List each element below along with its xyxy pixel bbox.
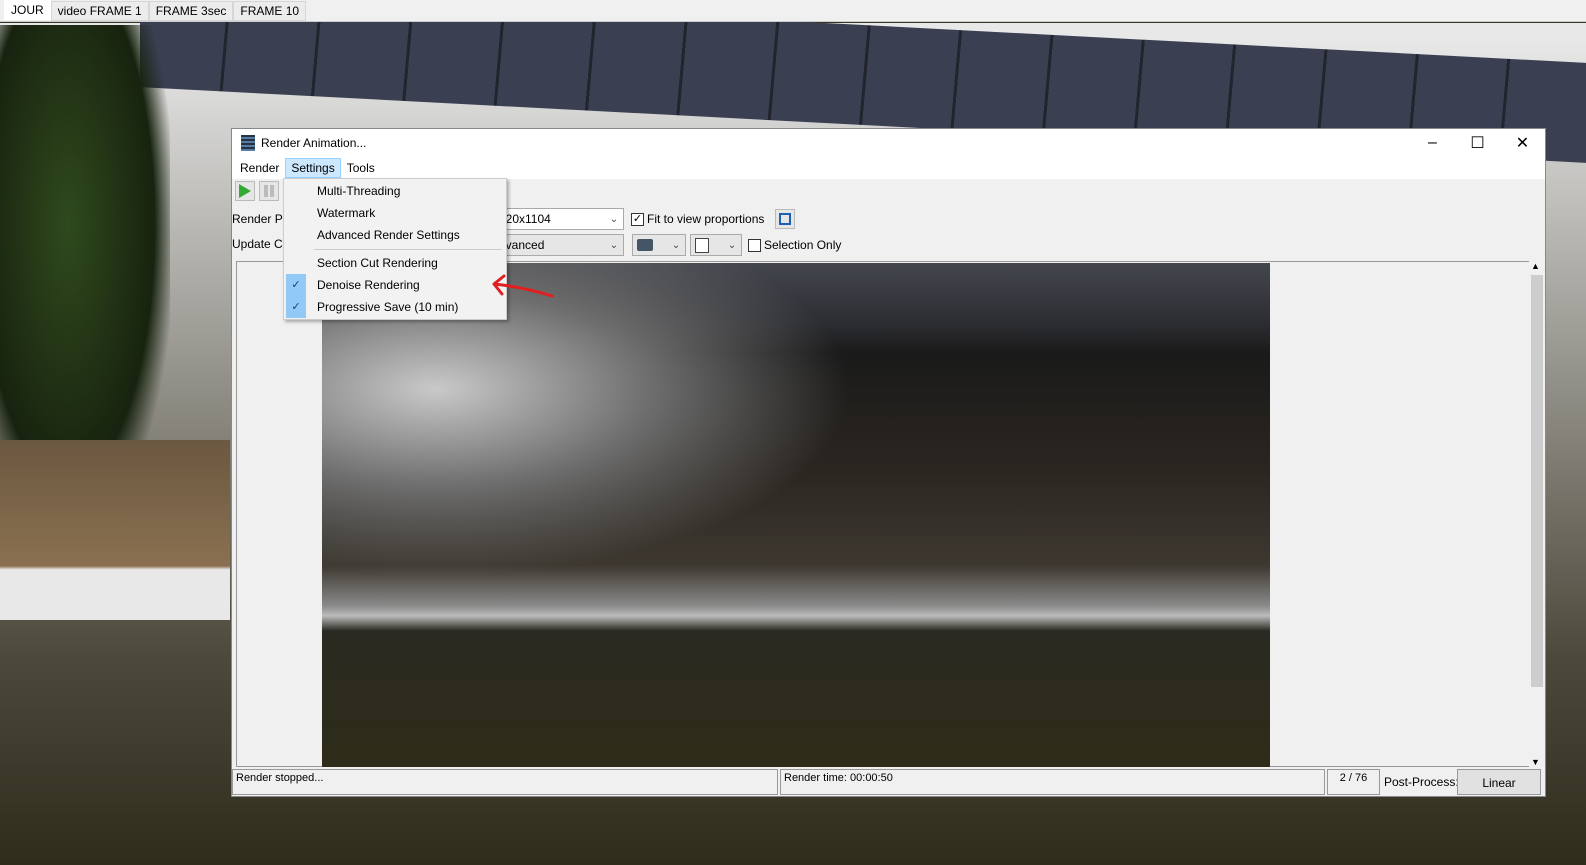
film-icon bbox=[241, 135, 255, 151]
scroll-up-icon[interactable]: ▲ bbox=[1531, 261, 1540, 271]
chevron-down-icon: ⌄ bbox=[671, 239, 681, 251]
title-bar[interactable]: Render Animation... – ☐ ✕ bbox=[232, 129, 1545, 157]
tab-video-frame-1[interactable]: video FRAME 1 bbox=[50, 1, 149, 21]
menu-tools[interactable]: Tools bbox=[341, 158, 381, 178]
resolution-select[interactable]: 920x1104 ⌄ bbox=[494, 208, 624, 230]
status-bar: Render stopped... Render time: 00:00:50 … bbox=[232, 769, 1545, 796]
post-process-button[interactable]: Linear bbox=[1457, 769, 1541, 795]
maximize-button[interactable]: ☐ bbox=[1455, 129, 1500, 157]
menu-item-section-cut-rendering[interactable]: Section Cut Rendering bbox=[286, 252, 504, 274]
checkmark-icon: ✓ bbox=[286, 274, 306, 296]
frame-icon bbox=[779, 213, 791, 225]
menu-item-advanced-render-settings[interactable]: Advanced Render Settings bbox=[286, 224, 504, 246]
tab-jour[interactable]: JOUR bbox=[4, 0, 51, 20]
annotation-arrow-icon bbox=[492, 274, 554, 298]
copy-icon bbox=[695, 237, 709, 253]
menu-item-watermark[interactable]: Watermark bbox=[286, 202, 504, 224]
menu-bar: Render Settings Tools bbox=[232, 157, 1545, 179]
frame-counter: 2 / 76 bbox=[1327, 769, 1380, 795]
selection-only-label: Selection Only bbox=[764, 238, 842, 252]
menu-item-progressive-save[interactable]: ✓ Progressive Save (10 min) bbox=[286, 296, 504, 318]
checkbox-checked-icon: ✓ bbox=[631, 213, 644, 227]
chevron-down-icon: ⌄ bbox=[609, 213, 619, 225]
scene-tabs: JOUR video FRAME 1 FRAME 3sec FRAME 10 bbox=[0, 0, 1586, 22]
fit-to-view-label: Fit to view proportions bbox=[647, 212, 765, 226]
dialog-title: Render Animation... bbox=[261, 136, 367, 150]
render-time: Render time: 00:00:50 bbox=[780, 769, 1325, 795]
deck-model bbox=[0, 440, 230, 620]
fit-to-view-checkbox[interactable]: ✓ Fit to view proportions bbox=[631, 212, 765, 227]
update-label: Update Co bbox=[232, 237, 290, 251]
camera-icon bbox=[637, 239, 653, 251]
tab-frame-3sec[interactable]: FRAME 3sec bbox=[148, 1, 234, 21]
chevron-down-icon: ⌄ bbox=[609, 239, 619, 251]
mode-select[interactable]: dvanced ⌄ bbox=[494, 234, 624, 256]
camera-button[interactable]: ⌄ bbox=[632, 234, 686, 256]
settings-dropdown-menu: Multi-Threading Watermark Advanced Rende… bbox=[283, 178, 507, 320]
pause-button[interactable] bbox=[259, 181, 279, 201]
minimize-button[interactable]: – bbox=[1410, 129, 1455, 157]
play-button[interactable] bbox=[235, 181, 255, 201]
checkbox-icon bbox=[748, 239, 761, 253]
close-button[interactable]: ✕ bbox=[1500, 129, 1545, 157]
menu-item-denoise-rendering[interactable]: ✓ Denoise Rendering bbox=[286, 274, 504, 296]
checkmark-icon: ✓ bbox=[286, 296, 306, 318]
menu-render[interactable]: Render bbox=[234, 158, 285, 178]
chevron-down-icon: ⌄ bbox=[727, 239, 737, 251]
menu-item-multi-threading[interactable]: Multi-Threading bbox=[286, 180, 504, 202]
post-process-label: Post-Process: bbox=[1384, 775, 1459, 789]
scroll-down-icon[interactable]: ▼ bbox=[1531, 757, 1540, 767]
tab-frame-10[interactable]: FRAME 10 bbox=[233, 1, 307, 21]
render-viewport[interactable] bbox=[236, 261, 1530, 767]
render-preset-label: Render Pr bbox=[232, 212, 287, 226]
render-state: Render stopped... bbox=[232, 769, 778, 795]
vertical-scrollbar[interactable]: ▲ ▼ bbox=[1529, 261, 1544, 767]
selection-only-checkbox[interactable]: Selection Only bbox=[748, 238, 842, 253]
fit-view-button[interactable] bbox=[775, 209, 795, 229]
copy-button[interactable]: ⌄ bbox=[690, 234, 742, 256]
menu-separator bbox=[314, 249, 502, 250]
scrollbar-thumb[interactable] bbox=[1531, 275, 1543, 687]
pause-icon bbox=[264, 185, 274, 197]
play-icon bbox=[239, 184, 251, 198]
render-preview-image bbox=[322, 263, 1270, 767]
menu-settings[interactable]: Settings bbox=[285, 158, 341, 178]
